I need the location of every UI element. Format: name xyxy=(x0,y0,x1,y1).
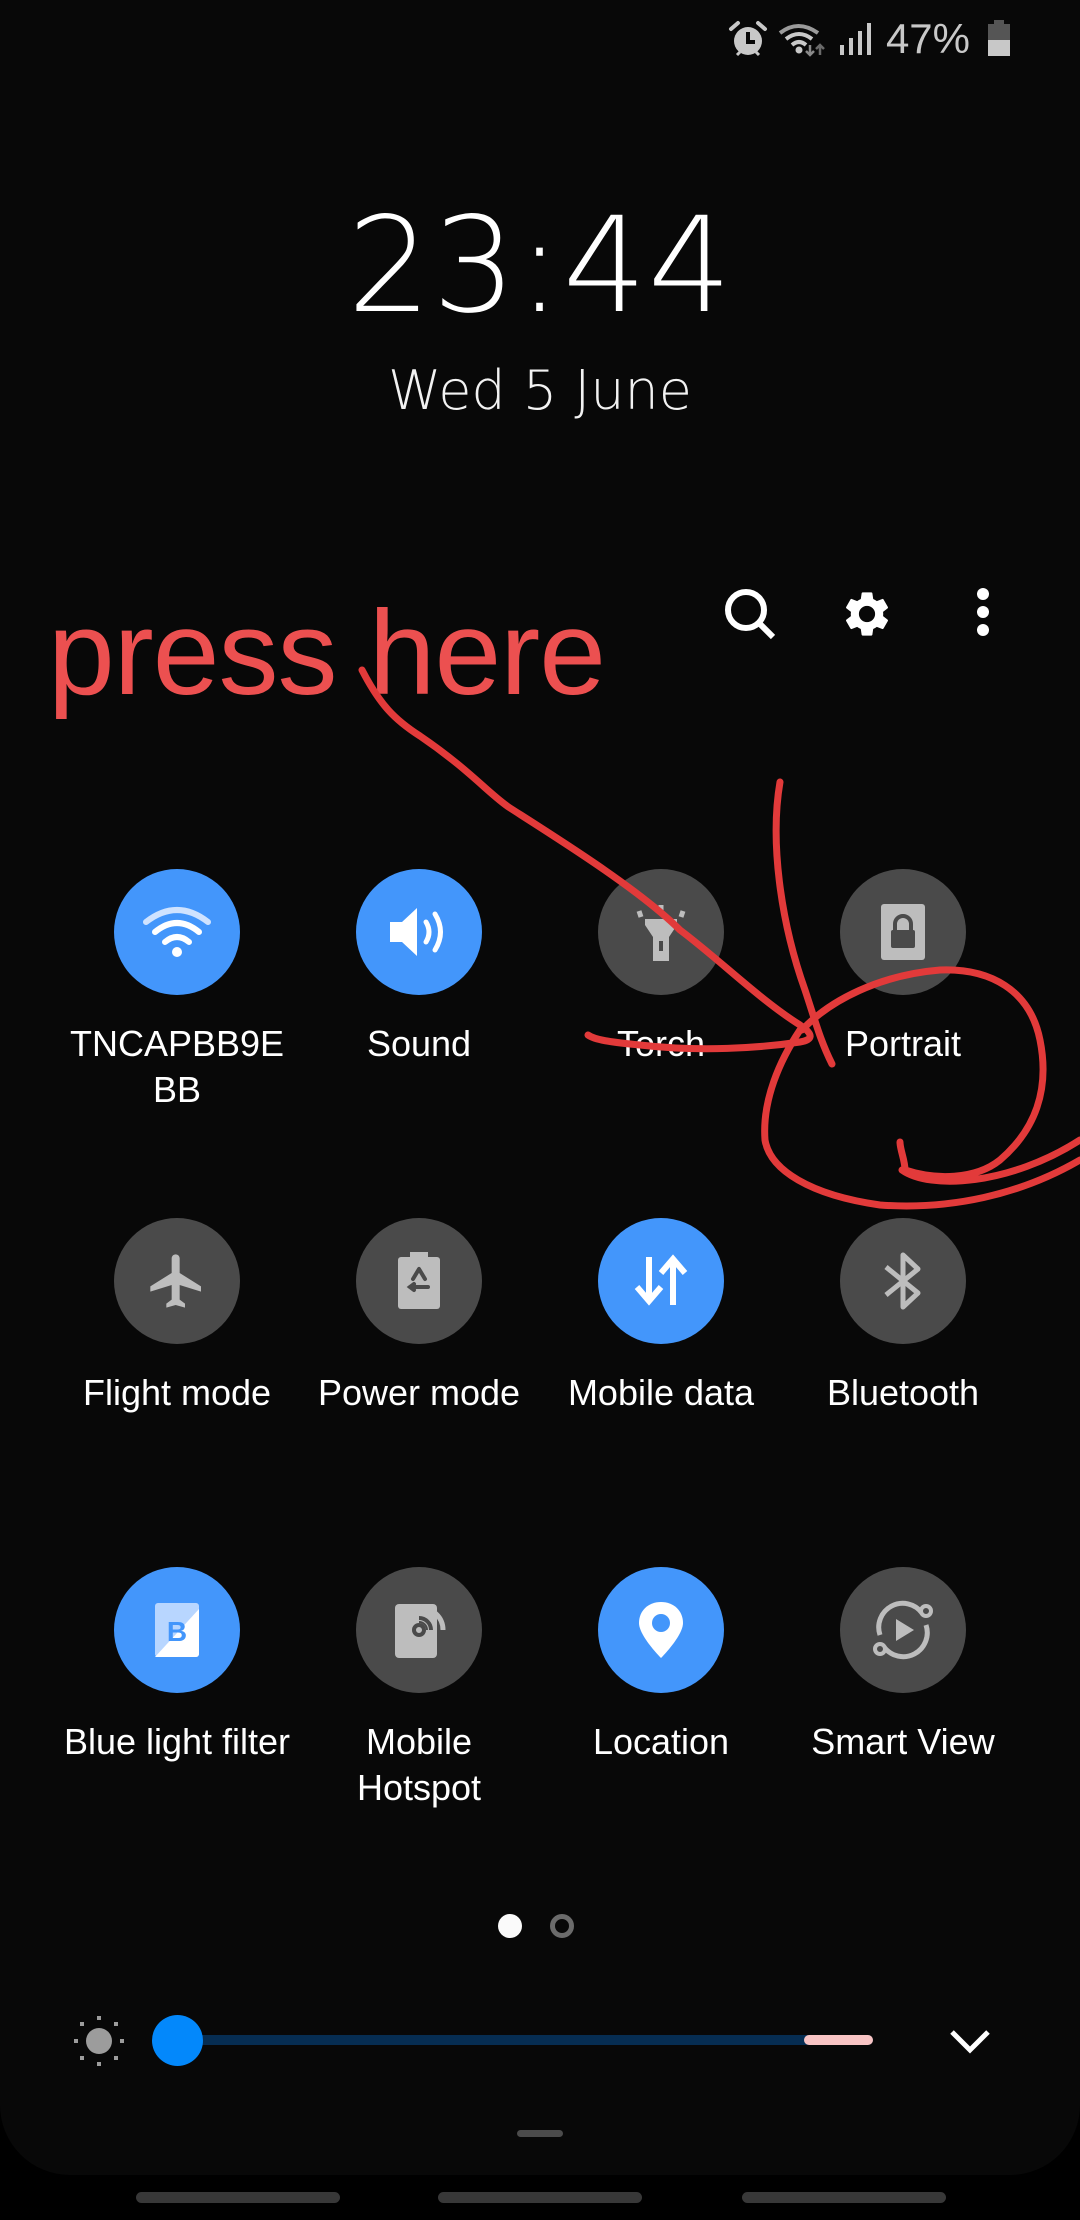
brightness-slider-thumb[interactable] xyxy=(152,2015,203,2066)
tile-location[interactable]: Location xyxy=(540,1567,782,1819)
data-arrows-icon xyxy=(634,1254,688,1306)
tile-sound-label: Sound xyxy=(366,1023,472,1064)
tile-mobile-hotspot-toggle[interactable] xyxy=(356,1567,482,1693)
tile-wifi-toggle[interactable] xyxy=(114,869,240,995)
tile-mobile-hotspot[interactable]: Mobile Hotspot xyxy=(298,1567,540,1819)
brightness-slider-track[interactable] xyxy=(177,2035,873,2045)
page-indicator xyxy=(0,1914,1080,1938)
clock-date: Wed 5 June xyxy=(387,359,692,422)
tile-flight-mode-toggle[interactable] xyxy=(114,1218,240,1344)
annotation-text: press here xyxy=(48,586,606,720)
tile-power-mode-label: Power mode xyxy=(317,1372,521,1413)
tile-wifi-label: TNCAPBB9E BB xyxy=(69,1023,285,1110)
search-icon xyxy=(725,589,776,640)
smart-view-icon xyxy=(873,1600,933,1660)
tile-torch-toggle[interactable] xyxy=(598,869,724,995)
tile-flight-mode-label: Flight mode xyxy=(82,1372,272,1413)
tile-sound-toggle[interactable] xyxy=(356,869,482,995)
tile-blue-light-filter[interactable]: B Blue light filter xyxy=(56,1567,298,1819)
airplane-icon xyxy=(150,1254,201,1308)
tile-location-toggle[interactable] xyxy=(598,1567,724,1693)
tile-wifi[interactable]: TNCAPBB9E BB xyxy=(56,869,298,1121)
speaker-icon xyxy=(390,908,443,956)
signal-icon xyxy=(839,23,871,55)
tile-torch-label: Torch xyxy=(616,1023,706,1064)
battery-recycle-icon xyxy=(398,1252,440,1309)
more-vertical-icon xyxy=(977,588,989,636)
sun-icon xyxy=(74,2016,124,2066)
hotspot-icon xyxy=(395,1604,446,1658)
bluetooth-icon xyxy=(884,1252,921,1310)
expand-chevron-down-icon[interactable] xyxy=(946,2016,994,2064)
tile-mobile-data-label: Mobile data xyxy=(567,1372,755,1413)
settings-button[interactable] xyxy=(835,582,899,646)
alarm-icon xyxy=(728,21,767,57)
nav-recents-button[interactable] xyxy=(136,2192,340,2203)
tile-portrait-label: Portrait xyxy=(844,1023,962,1064)
wifi-icon xyxy=(143,907,211,957)
tile-sound[interactable]: Sound xyxy=(298,869,540,1121)
wifi-data-icon xyxy=(778,24,825,57)
tile-power-mode-toggle[interactable] xyxy=(356,1218,482,1344)
page-dot-2[interactable] xyxy=(550,1914,574,1938)
page-dot-1[interactable] xyxy=(498,1914,522,1938)
brightness-slider-extra-range xyxy=(804,2035,873,2045)
tile-portrait-toggle[interactable] xyxy=(840,869,966,995)
battery-icon xyxy=(988,20,1010,56)
tile-bluetooth-toggle[interactable] xyxy=(840,1218,966,1344)
status-bar: 47% xyxy=(728,14,1012,64)
panel-drag-handle[interactable] xyxy=(517,2130,563,2137)
tile-mobile-hotspot-label: Mobile Hotspot xyxy=(356,1721,482,1808)
rotation-lock-icon xyxy=(881,904,925,960)
tile-smart-view[interactable]: Smart View xyxy=(782,1567,1024,1819)
gear-icon xyxy=(845,592,889,636)
flashlight-icon xyxy=(636,905,686,961)
tile-smart-view-toggle[interactable] xyxy=(840,1567,966,1693)
tile-flight-mode[interactable]: Flight mode xyxy=(56,1218,298,1470)
tile-portrait[interactable]: Portrait xyxy=(782,869,1024,1121)
tile-mobile-data-toggle[interactable] xyxy=(598,1218,724,1344)
location-pin-icon xyxy=(639,1602,683,1658)
tile-blue-light-filter-label: Blue light filter xyxy=(63,1721,291,1762)
more-options-button[interactable] xyxy=(951,582,1015,646)
tile-blue-light-filter-toggle[interactable]: B xyxy=(114,1567,240,1693)
tile-torch[interactable]: Torch xyxy=(540,869,782,1121)
tile-bluetooth-label: Bluetooth xyxy=(826,1372,980,1413)
nav-back-button[interactable] xyxy=(742,2192,946,2203)
quick-settings-grid: TNCAPBB9E BB Sound Torch Portrait Flight… xyxy=(56,869,1024,1819)
clock-time: 23:44 xyxy=(347,189,733,343)
tile-power-mode[interactable]: Power mode xyxy=(298,1218,540,1470)
tile-smart-view-label: Smart View xyxy=(811,1721,995,1762)
tile-mobile-data[interactable]: Mobile data xyxy=(540,1218,782,1470)
tile-bluetooth[interactable]: Bluetooth xyxy=(782,1218,1024,1470)
search-button[interactable] xyxy=(718,582,782,646)
blue-light-icon: B xyxy=(155,1603,199,1657)
battery-percent: 47% xyxy=(885,15,970,62)
nav-home-button[interactable] xyxy=(438,2192,642,2203)
svg-text:B: B xyxy=(167,1616,187,1647)
tile-location-label: Location xyxy=(592,1721,730,1762)
